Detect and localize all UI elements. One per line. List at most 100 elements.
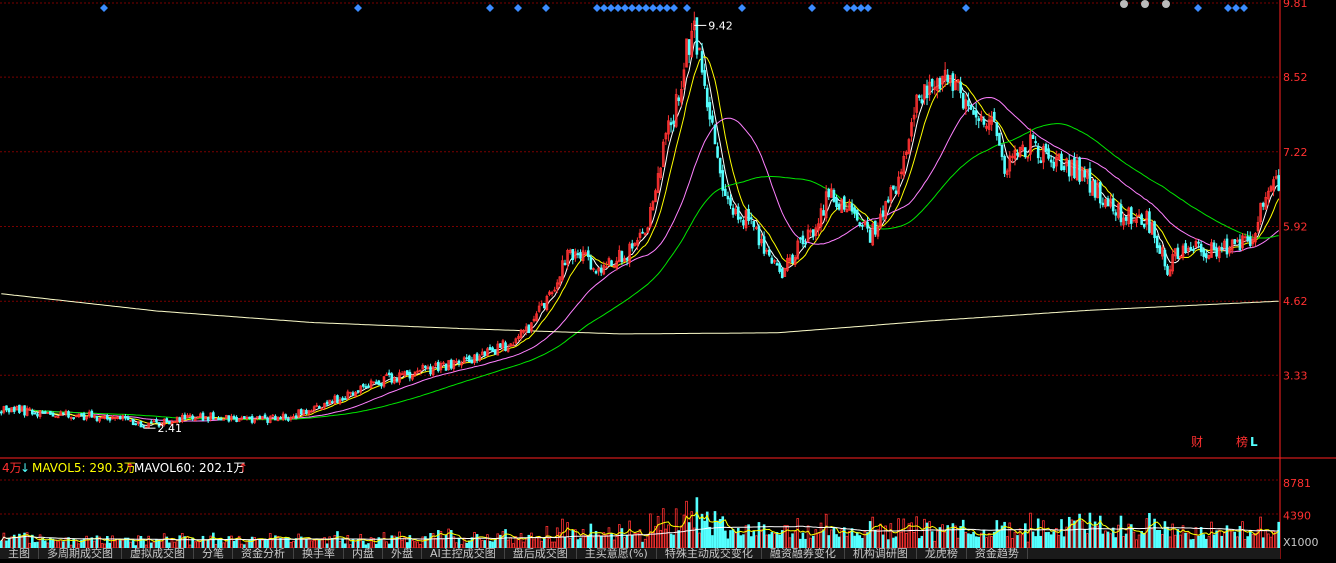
event-marker-icon[interactable] — [542, 4, 550, 12]
top-event-markers[interactable] — [100, 4, 1248, 12]
candle-body — [1016, 152, 1019, 156]
candle-body — [287, 418, 290, 421]
tab-0[interactable]: 主图 — [0, 548, 39, 559]
volume-bar — [230, 535, 233, 549]
event-marker-icon[interactable] — [1194, 4, 1202, 12]
volume-bar — [987, 533, 991, 549]
mavol5-label: MAVOL5: 290.3万 — [32, 461, 136, 475]
tab-7[interactable]: 外盘 — [383, 548, 422, 559]
event-marker-icon[interactable] — [642, 4, 650, 12]
tool-icon[interactable] — [1162, 0, 1170, 8]
volume-prefix: 4万 — [2, 461, 22, 475]
event-marker-icon[interactable] — [962, 4, 970, 12]
tab-3[interactable]: 分笔 — [194, 548, 233, 559]
volume-bar — [1052, 531, 1056, 549]
tab-8[interactable]: AI主控成交图 — [422, 548, 505, 559]
volume-bar — [905, 533, 908, 549]
candle-body — [351, 392, 355, 396]
volume-bar — [310, 540, 313, 549]
tab-10[interactable]: 主买意愿(%) — [577, 548, 657, 559]
volume-bar — [571, 529, 575, 549]
event-marker-icon[interactable] — [857, 4, 865, 12]
volume-bar — [974, 536, 978, 549]
event-marker-icon[interactable] — [808, 4, 816, 12]
event-marker-icon[interactable] — [100, 4, 108, 12]
tab-11[interactable]: 特殊主动成交变化 — [657, 548, 762, 559]
candle-body — [868, 229, 872, 243]
event-marker-icon[interactable] — [628, 4, 636, 12]
candle-body — [1034, 141, 1037, 144]
candlestick-series[interactable] — [0, 11, 1281, 429]
event-marker-icon[interactable] — [738, 4, 746, 12]
volume-bar — [1148, 512, 1151, 549]
badge-bang[interactable]: 榜 — [1236, 434, 1248, 449]
candle-body — [212, 412, 215, 420]
event-marker-icon[interactable] — [607, 4, 615, 12]
tab-6[interactable]: 内盘 — [344, 548, 383, 559]
tab-5[interactable]: 换手率 — [294, 548, 344, 559]
volume-bar — [969, 534, 973, 549]
event-marker-icon[interactable] — [843, 4, 851, 12]
candle-body — [1003, 156, 1006, 174]
event-marker-icon[interactable] — [656, 4, 664, 12]
tab-14[interactable]: 龙虎榜 — [917, 548, 967, 559]
volume-bar — [592, 536, 595, 549]
event-marker-icon[interactable] — [649, 4, 657, 12]
volume-bar — [268, 533, 272, 549]
volume-bar — [400, 539, 404, 549]
event-marker-icon[interactable] — [663, 4, 671, 12]
event-marker-icon[interactable] — [635, 4, 643, 12]
event-marker-icon[interactable] — [1240, 4, 1248, 12]
tab-12[interactable]: 融资融券变化 — [762, 548, 845, 559]
volume-bar — [1274, 532, 1278, 549]
tab-1[interactable]: 多周期成交图 — [39, 548, 122, 559]
candle-body — [778, 263, 781, 272]
volume-bar — [842, 527, 846, 549]
candle-body — [775, 263, 779, 266]
tab-13[interactable]: 机构调研图 — [845, 548, 917, 559]
volume-bar — [1217, 529, 1221, 549]
stock-chart[interactable]: 9.81 8.52 7.22 5.92 4.62 3.33 8781 4390 X1000 9.… — [0, 0, 1336, 559]
volume-bar — [147, 535, 150, 549]
event-marker-icon[interactable] — [614, 4, 622, 12]
candle-body — [1073, 157, 1076, 179]
event-marker-icon[interactable] — [514, 4, 522, 12]
candle-body — [672, 120, 675, 124]
event-marker-icon[interactable] — [1232, 4, 1240, 12]
event-marker-icon[interactable] — [354, 4, 362, 12]
event-marker-icon[interactable] — [600, 4, 608, 12]
event-marker-icon[interactable] — [670, 4, 678, 12]
candle-body — [742, 220, 745, 226]
tab-2[interactable]: 虚拟成交图 — [122, 548, 194, 559]
candle-body — [1124, 216, 1128, 221]
volume-bar — [483, 540, 487, 549]
candle-body — [925, 85, 929, 99]
event-marker-icon[interactable] — [1224, 4, 1232, 12]
event-marker-icon[interactable] — [864, 4, 872, 12]
event-marker-icon[interactable] — [683, 4, 691, 12]
top-right-icons[interactable] — [1120, 0, 1170, 8]
tab-15[interactable]: 资金趋势 — [967, 548, 1028, 559]
tool-icon[interactable] — [1120, 0, 1128, 8]
tab-9[interactable]: 盘后成交图 — [505, 548, 577, 559]
volume-bar — [917, 538, 921, 549]
event-marker-icon[interactable] — [486, 4, 494, 12]
event-marker-icon[interactable] — [593, 4, 601, 12]
candle-body — [641, 231, 644, 234]
volume-bar — [659, 529, 662, 549]
event-marker-icon[interactable] — [621, 4, 629, 12]
volume-bar — [731, 528, 735, 549]
candle-body — [90, 410, 94, 418]
candle-body — [62, 412, 65, 415]
event-marker-icon[interactable] — [850, 4, 858, 12]
candle-body — [586, 250, 590, 258]
candle-body — [708, 102, 712, 120]
price-tick-label: 8.52 — [1283, 71, 1308, 84]
volume-bar — [1236, 536, 1239, 549]
badge-l[interactable]: L — [1250, 435, 1258, 449]
volume-bar — [1011, 538, 1014, 549]
tab-4[interactable]: 资金分析 — [233, 548, 294, 559]
tool-icon[interactable] — [1141, 0, 1149, 8]
badge-cai[interactable]: 财 — [1191, 435, 1203, 449]
candle-body — [499, 343, 502, 348]
